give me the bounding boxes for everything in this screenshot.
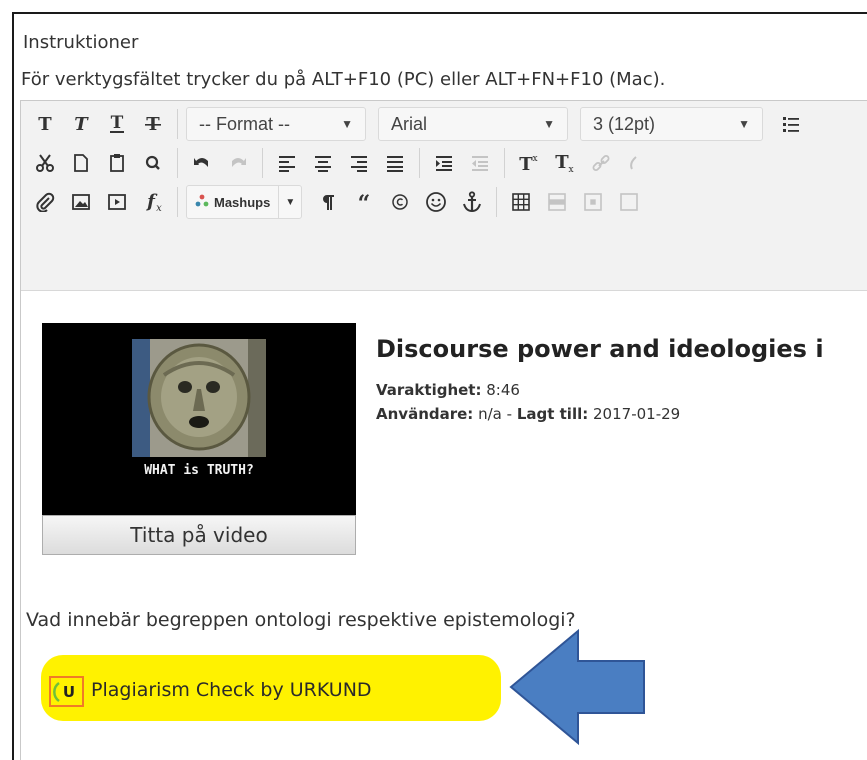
table-row-icon[interactable] xyxy=(541,186,573,218)
copyright-icon[interactable] xyxy=(384,186,416,218)
format-select[interactable]: -- Format -- ▼ xyxy=(186,107,366,141)
svg-text:“: “ xyxy=(358,192,371,212)
chevron-down-icon: ▼ xyxy=(341,117,353,131)
svg-text:x: x xyxy=(532,154,537,164)
link-icon[interactable] xyxy=(585,147,617,179)
toolbar-separator xyxy=(177,148,178,178)
svg-text:T: T xyxy=(74,114,89,134)
assignment-panel: Instruktioner För verktygsfältet trycker… xyxy=(12,12,867,760)
video-meta: Användare: n/a - Lagt till: 2017-01-29 xyxy=(376,405,680,423)
table-merge-icon[interactable] xyxy=(613,186,645,218)
watch-video-button[interactable]: Titta på video xyxy=(42,515,356,555)
size-select[interactable]: 3 (12pt) ▼ xyxy=(580,107,763,141)
align-left-icon[interactable] xyxy=(271,147,303,179)
rich-text-editor[interactable]: T T T T -- Format -- ▼ Arial ▼ 3 (12pt) ▼ xyxy=(20,100,867,760)
mashups-menu[interactable]: Mashups ▼ xyxy=(186,185,303,219)
emoticon-icon[interactable] xyxy=(420,186,452,218)
cut-icon[interactable] xyxy=(29,147,61,179)
italic-icon[interactable]: T xyxy=(65,108,97,140)
toolbar-separator xyxy=(262,148,263,178)
align-right-icon[interactable] xyxy=(343,147,375,179)
svg-text:x: x xyxy=(156,203,162,213)
urkund-icon-letter: U xyxy=(62,683,74,701)
table-icon[interactable] xyxy=(505,186,537,218)
anchor-icon[interactable] xyxy=(456,186,488,218)
image-icon[interactable] xyxy=(65,186,97,218)
svg-text:T: T xyxy=(519,154,533,174)
arrow-pointer-icon xyxy=(509,628,645,746)
duration-value: 8:46 xyxy=(486,381,520,399)
video-title[interactable]: Discourse power and ideologies i xyxy=(376,335,824,363)
added-value: 2017-01-29 xyxy=(593,405,681,423)
svg-text:T: T xyxy=(555,152,569,173)
toolbar-separator xyxy=(419,148,420,178)
bold-icon[interactable]: T xyxy=(29,108,61,140)
mashups-icon xyxy=(195,194,209,211)
urkund-plagiarism-link[interactable]: Plagiarism Check by URKUND xyxy=(91,679,372,701)
chevron-down-icon: ▼ xyxy=(543,117,555,131)
chevron-down-icon[interactable]: ▼ xyxy=(278,186,301,218)
user-label: Användare: xyxy=(376,405,474,423)
copy-icon[interactable] xyxy=(65,147,97,179)
media-icon[interactable] xyxy=(101,186,133,218)
underline-icon[interactable]: T xyxy=(101,108,133,140)
font-select-value: Arial xyxy=(391,113,428,134)
toolbar-separator xyxy=(177,187,178,217)
chevron-down-icon: ▼ xyxy=(738,117,750,131)
user-value: n/a xyxy=(478,405,502,423)
find-icon[interactable] xyxy=(137,147,169,179)
font-select[interactable]: Arial ▼ xyxy=(378,107,568,141)
bocca-della-verita-image: WHAT is TRUTH? xyxy=(42,323,356,515)
editor-toolbar: T T T T -- Format -- ▼ Arial ▼ 3 (12pt) ▼ xyxy=(21,101,867,291)
paragraph-icon[interactable] xyxy=(312,186,344,218)
justify-icon[interactable] xyxy=(379,147,411,179)
unlink-icon[interactable] xyxy=(621,147,653,179)
added-label: Lagt till: xyxy=(516,405,589,423)
redo-icon[interactable] xyxy=(222,147,254,179)
list-icon[interactable] xyxy=(775,108,807,140)
outdent-icon[interactable] xyxy=(464,147,496,179)
toolbar-separator xyxy=(177,109,178,139)
strikethrough-icon[interactable]: T xyxy=(137,108,169,140)
size-select-value: 3 (12pt) xyxy=(593,113,656,134)
question-text: Vad innebär begreppen ontologi respektiv… xyxy=(26,609,576,631)
svg-text:T: T xyxy=(38,114,52,134)
video-duration: Varaktighet: 8:46 xyxy=(376,381,520,399)
attach-icon[interactable] xyxy=(29,186,61,218)
paste-icon[interactable] xyxy=(101,147,133,179)
mashups-label: Mashups xyxy=(214,194,271,210)
urkund-logo-icon[interactable]: U xyxy=(49,676,84,707)
thumbnail-caption: WHAT is TRUTH? xyxy=(144,463,254,478)
toolbar-hint: För verktygsfältet trycker du på ALT+F10… xyxy=(21,69,666,90)
duration-label: Varaktighet: xyxy=(376,381,482,399)
instructions-heading: Instruktioner xyxy=(23,32,139,53)
formula-icon[interactable]: fx xyxy=(137,186,169,218)
svg-text:T: T xyxy=(111,113,124,133)
toolbar-separator xyxy=(496,187,498,217)
table-cell-icon[interactable] xyxy=(577,186,609,218)
video-thumbnail[interactable]: WHAT is TRUTH? xyxy=(42,323,356,515)
superscript-icon[interactable]: Tx xyxy=(513,147,545,179)
undo-icon[interactable] xyxy=(186,147,218,179)
quote-icon[interactable]: “ xyxy=(348,186,380,218)
indent-icon[interactable] xyxy=(428,147,460,179)
align-center-icon[interactable] xyxy=(307,147,339,179)
format-select-value: -- Format -- xyxy=(199,113,290,134)
meta-separator: - xyxy=(506,405,513,423)
svg-text:x: x xyxy=(568,165,573,174)
subscript-icon[interactable]: Tx xyxy=(549,147,581,179)
toolbar-separator xyxy=(504,148,505,178)
